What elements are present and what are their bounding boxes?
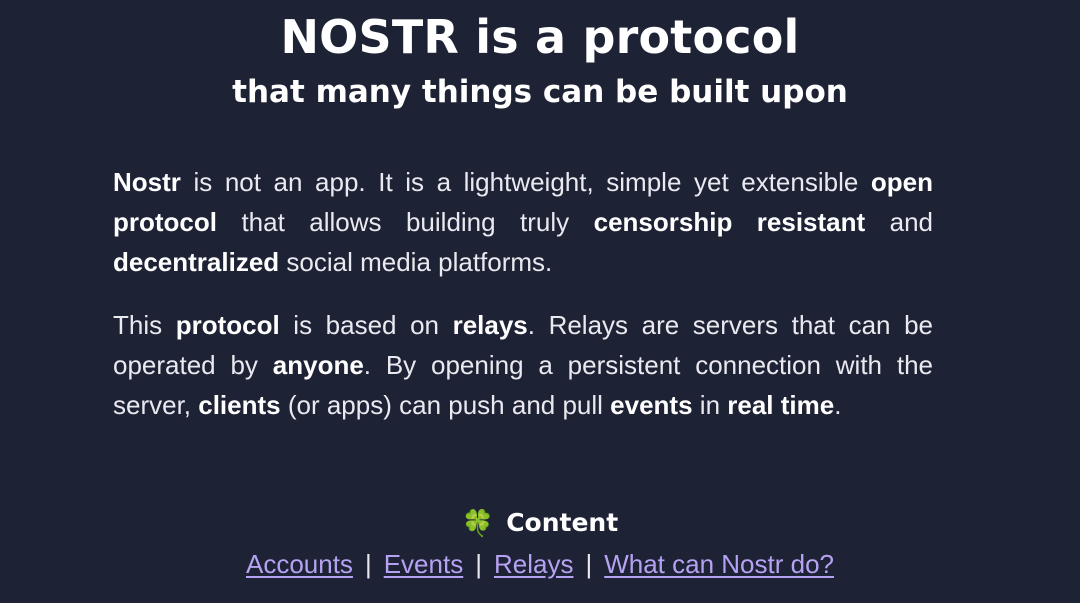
separator: | <box>475 549 482 579</box>
content-heading: 🍀 Content <box>0 504 1080 543</box>
text: that allows building truly <box>217 207 594 237</box>
strong-clients: clients <box>198 390 281 420</box>
text: is based on <box>279 310 453 340</box>
text: in <box>692 390 728 420</box>
text: This <box>113 310 176 340</box>
text: social media platforms. <box>279 247 553 277</box>
text: is not an app. It is a lightweight, simp… <box>180 167 871 197</box>
strong-decentralized: decentralized <box>113 247 280 277</box>
page-title: NOSTR is a protocol <box>280 10 800 64</box>
strong-real-time: real time <box>727 390 835 420</box>
page-subtitle: that many things can be built upon <box>232 74 848 110</box>
intro-paragraph-2: This protocol is based on relays. Relays… <box>113 305 933 425</box>
strong-events: events <box>610 390 693 420</box>
strong-anyone: anyone <box>272 350 364 380</box>
link-events[interactable]: Events <box>384 549 464 579</box>
intro-paragraph-1: Nostr is not an app. It is a lightweight… <box>113 162 933 282</box>
strong-protocol: protocol <box>175 310 280 340</box>
link-relays[interactable]: Relays <box>494 549 573 579</box>
strong-nostr: Nostr <box>113 167 181 197</box>
link-what-can-nostr-do[interactable]: What can Nostr do? <box>604 549 834 579</box>
four-leaf-clover-icon: 🍀 <box>461 509 495 539</box>
content-heading-label: Content <box>506 508 619 537</box>
link-accounts[interactable]: Accounts <box>246 549 353 579</box>
separator: | <box>585 549 593 579</box>
text: and <box>865 207 934 237</box>
text: (or apps) can push and pull <box>280 390 611 420</box>
strong-relays: relays <box>452 310 528 340</box>
content-nav: Accounts | Events | Relays | What can Nostr do… <box>0 544 1080 584</box>
page: NOSTR is a protocol that many things can… <box>0 0 1080 603</box>
separator: | <box>364 549 372 579</box>
text: . <box>834 390 842 420</box>
strong-censorship-resistant: censorship resistant <box>593 207 866 237</box>
